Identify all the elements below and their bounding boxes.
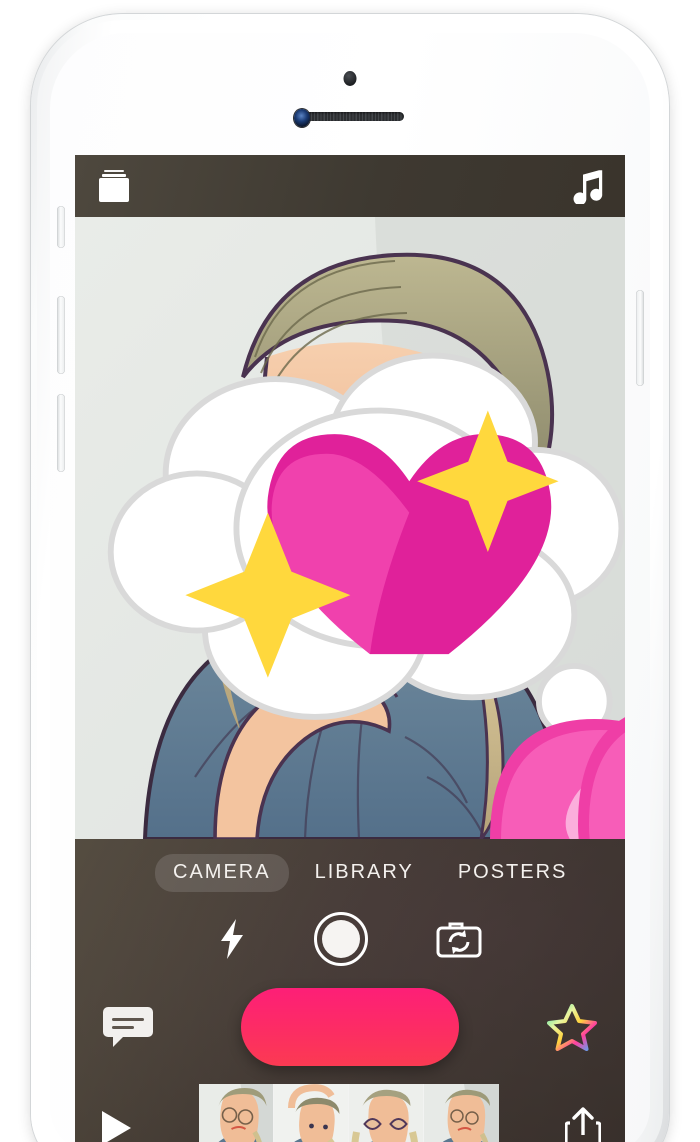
record-row [75,988,625,1066]
clip-filmstrip [199,1084,499,1142]
clip-thumbnail-3[interactable] [349,1084,424,1142]
share-icon[interactable] [565,1107,601,1142]
shutter-inner-circle [322,920,360,958]
screenshot-root: CAMERA LIBRARY POSTERS [0,0,700,1142]
power-button[interactable] [636,290,644,386]
record-button[interactable] [241,988,459,1066]
tab-posters[interactable]: POSTERS [440,854,586,892]
filmstrip-row [75,1084,625,1142]
tab-camera[interactable]: CAMERA [155,854,289,892]
projects-icon-body [99,178,129,202]
camera-flip-icon[interactable] [436,920,482,958]
clip-thumbnail-2[interactable] [274,1084,349,1142]
projects-stack-icon[interactable] [97,169,131,203]
flash-icon[interactable] [218,919,246,959]
rainbow-star-icon[interactable] [547,1003,597,1051]
music-note-icon[interactable] [569,168,603,204]
earpiece-speaker-icon [296,112,404,121]
shutter-button[interactable] [314,912,368,966]
proximity-sensor-icon [343,71,357,86]
camera-controls-panel: CAMERA LIBRARY POSTERS [75,839,625,1142]
projects-icon-line-top [104,170,124,172]
volume-down-button[interactable] [57,394,65,472]
play-icon[interactable] [99,1109,133,1142]
mode-tab-bar: CAMERA LIBRARY POSTERS [75,839,625,892]
clip-thumbnail-4[interactable] [424,1084,499,1142]
tab-library[interactable]: LIBRARY [297,854,432,892]
mute-switch-button[interactable] [57,206,65,248]
heart-sticker-small[interactable] [545,602,625,839]
clip-thumbnail-1[interactable] [199,1084,274,1142]
volume-up-button[interactable] [57,296,65,374]
phone-screen: CAMERA LIBRARY POSTERS [75,155,625,1142]
capture-controls-row [75,912,625,966]
app-top-bar [75,155,625,217]
projects-icon-line-mid [102,174,126,177]
front-camera-icon [294,109,310,127]
speech-bubble-icon[interactable] [103,1005,153,1049]
camera-viewfinder[interactable] [75,217,625,839]
